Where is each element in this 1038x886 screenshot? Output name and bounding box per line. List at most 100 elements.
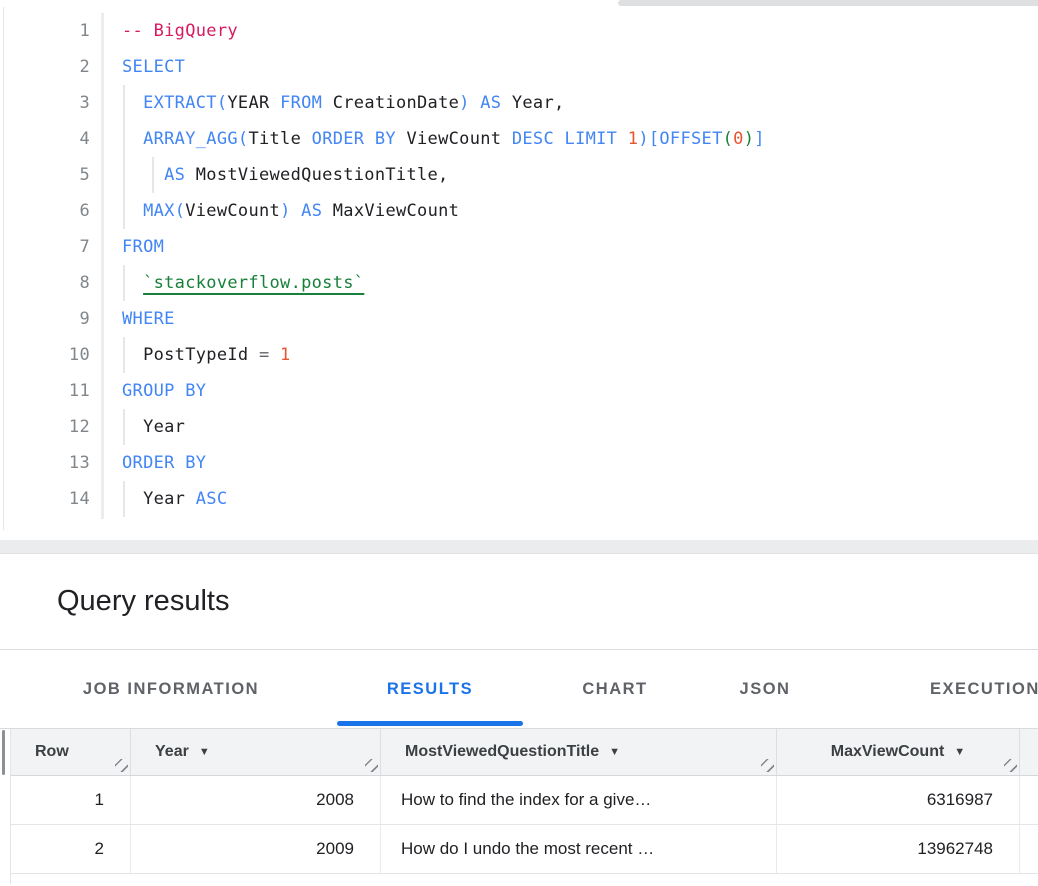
table-cell[interactable]: 2 <box>11 825 131 873</box>
code-text: EXTRACT(YEAR FROM CreationDate) AS Year, <box>122 85 565 121</box>
tab-job-information[interactable]: JOB INFORMATION <box>33 650 309 728</box>
code-line[interactable]: 3 EXTRACT(YEAR FROM CreationDate) AS Yea… <box>0 85 1038 121</box>
line-number: 6 <box>0 193 90 229</box>
code-token: ( <box>217 93 228 113</box>
code-token <box>270 345 281 365</box>
code-token: 1 <box>280 345 291 365</box>
code-line[interactable]: 1 -- BigQuery <box>0 13 1038 49</box>
query-results-header: Query results <box>0 554 1038 650</box>
sql-editor[interactable]: 1 -- BigQuery 2 SELECT 3 EXTRACT(YEAR FROM C… <box>0 7 1038 540</box>
code-line[interactable]: 9 WHERE <box>0 301 1038 337</box>
sort-arrow-icon[interactable]: ▼ <box>609 747 620 758</box>
code-token <box>470 93 481 113</box>
code-token <box>554 129 565 149</box>
column-header-label: MaxViewCount <box>831 743 945 761</box>
code-token: MostViewedQuestionTitle, <box>185 165 448 185</box>
table-cell[interactable]: 13962748 <box>777 825 1020 873</box>
code-text: MAX(ViewCount) AS MaxViewCount <box>122 193 459 229</box>
code-token: Title <box>248 129 311 149</box>
code-text: WHERE <box>122 301 175 337</box>
code-token <box>617 129 628 149</box>
code-token: ] <box>754 129 765 149</box>
tab-execution-details[interactable]: EXECUTION DETAILS <box>906 650 1038 728</box>
code-line[interactable]: 11GROUP BY <box>0 373 1038 409</box>
code-token: = <box>259 345 270 365</box>
code-text: FROM <box>122 229 164 265</box>
table-header-row: RowYear▼MostViewedQuestionTitle▼MaxViewC… <box>11 729 1038 776</box>
code-line[interactable]: 8 `stackoverflow.posts` <box>0 265 1038 301</box>
code-text: ORDER BY <box>122 445 206 481</box>
query-results-title: Query results <box>57 585 229 618</box>
code-text: AS MostViewedQuestionTitle, <box>122 157 449 193</box>
line-number: 3 <box>0 85 90 121</box>
column-header-year[interactable]: Year ▼ <box>131 729 381 775</box>
line-number: 11 <box>0 373 90 409</box>
code-token: 1 <box>628 129 639 149</box>
code-text: `stackoverflow.posts` <box>122 265 364 301</box>
code-line[interactable]: 5 AS MostViewedQuestionTitle, <box>0 157 1038 193</box>
code-line[interactable]: 10 PostTypeId = 1 <box>0 337 1038 373</box>
vertical-scrollbar-thumb[interactable] <box>2 730 5 775</box>
table-cell[interactable]: 2009 <box>131 825 381 873</box>
column-header-mostviewedquestiontitle[interactable]: MostViewedQuestionTitle▼ <box>381 729 777 775</box>
code-text: Year <box>122 409 185 445</box>
code-token <box>122 93 143 113</box>
line-number: 1 <box>0 13 90 49</box>
line-number: 8 <box>0 265 90 301</box>
editor-top-scrollbar-track <box>0 0 1038 7</box>
code-line[interactable]: 13 ORDER BY <box>0 445 1038 481</box>
indent-guide <box>123 193 125 229</box>
column-resize-handle[interactable] <box>761 759 774 772</box>
code-line[interactable]: 2 SELECT <box>0 49 1038 85</box>
code-token: EXTRACT <box>143 93 217 113</box>
table-cell[interactable]: How do I undo the most recent … <box>381 825 777 873</box>
code-token <box>122 129 143 149</box>
code-token: ARRAY_AGG <box>143 129 238 149</box>
line-number: 4 <box>0 121 90 157</box>
tab-json[interactable]: JSON <box>695 650 835 728</box>
column-resize-handle[interactable] <box>1004 759 1017 772</box>
indent-guide <box>123 337 125 373</box>
table-cell[interactable]: 2008 <box>131 776 381 824</box>
tab-results[interactable]: RESULTS <box>337 650 523 728</box>
column-resize-handle[interactable] <box>365 759 378 772</box>
horizontal-scrollbar-thumb[interactable] <box>618 0 1038 6</box>
table-cell[interactable]: 6316987 <box>777 776 1020 824</box>
code-line[interactable]: 7FROM <box>0 229 1038 265</box>
panel-divider[interactable] <box>0 540 1038 554</box>
table-row: 22009How do I undo the most recent …1396… <box>11 825 1038 874</box>
code-token: MaxViewCount <box>322 201 459 221</box>
code-token: SELECT <box>122 57 185 77</box>
code-token: -- BigQuery <box>122 21 238 41</box>
code-token: ( <box>723 129 734 149</box>
line-number: 13 <box>0 445 90 481</box>
code-line[interactable]: 4 ARRAY_AGG(Title ORDER BY ViewCount DES… <box>0 121 1038 157</box>
indent-guide <box>123 157 125 193</box>
code-token: AS <box>480 93 501 113</box>
sort-arrow-icon[interactable]: ▼ <box>199 747 210 758</box>
column-header-row[interactable]: Row <box>11 729 131 775</box>
code-token: 0 <box>733 129 744 149</box>
code-token: ViewCount <box>185 201 280 221</box>
column-header-maxviewcount[interactable]: MaxViewCount ▼ <box>777 729 1020 775</box>
code-line[interactable]: 14 Year ASC <box>0 481 1038 517</box>
column-header-label: Year <box>155 743 189 761</box>
code-line[interactable]: 6 MAX(ViewCount) AS MaxViewCount <box>0 193 1038 229</box>
line-number: 2 <box>0 49 90 85</box>
code-token: ORDER BY <box>122 453 206 473</box>
column-resize-handle[interactable] <box>115 759 128 772</box>
tab-chart[interactable]: CHART <box>535 650 695 728</box>
line-number: 5 <box>0 157 90 193</box>
line-number: 14 <box>0 481 90 517</box>
results-grid: RowYear▼MostViewedQuestionTitle▼MaxViewC… <box>10 729 1038 884</box>
code-line[interactable]: 12 Year <box>0 409 1038 445</box>
sort-arrow-icon[interactable]: ▼ <box>954 747 965 758</box>
table-cell[interactable]: 1 <box>11 776 131 824</box>
code-token: )[ <box>638 129 659 149</box>
code-token: ViewCount <box>396 129 512 149</box>
code-token: Year, <box>501 93 564 113</box>
code-token: Year <box>122 417 185 437</box>
table-cell[interactable]: How to find the index for a give… <box>381 776 777 824</box>
line-number: 9 <box>0 301 90 337</box>
code-lines: 1 -- BigQuery 2 SELECT 3 EXTRACT(YEAR FROM C… <box>0 13 1038 517</box>
